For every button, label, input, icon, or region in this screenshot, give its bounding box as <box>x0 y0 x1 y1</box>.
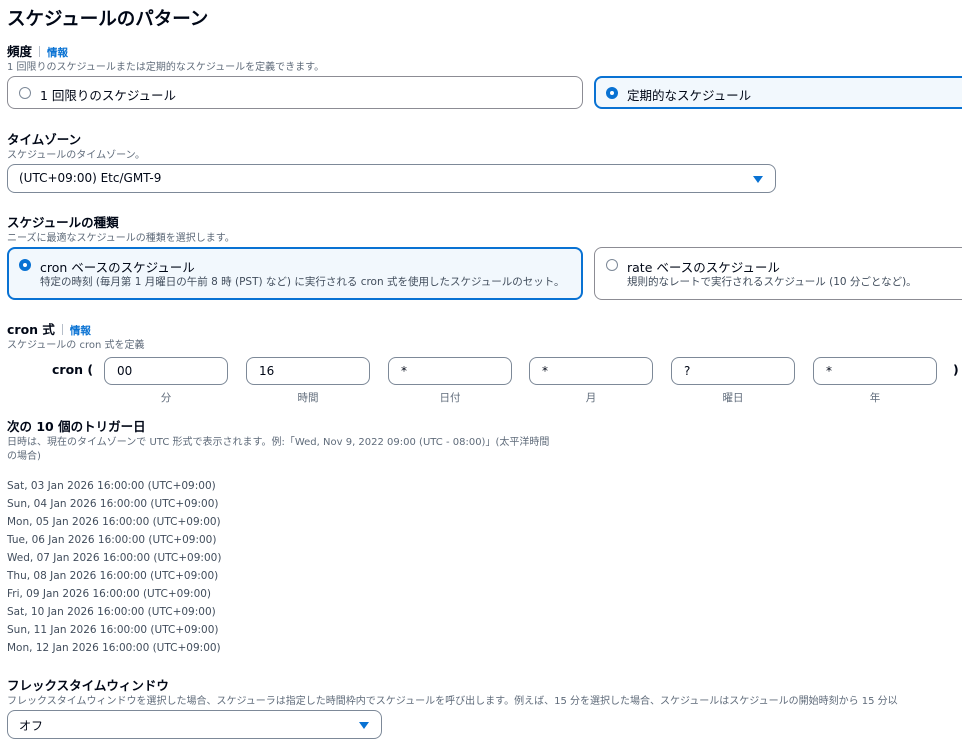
page-title: スケジュールのパターン <box>7 9 209 30</box>
divider <box>39 46 41 57</box>
cron-day-of-week-value: ? <box>684 364 691 378</box>
flex-window-value: オフ <box>19 719 44 733</box>
cron-day-of-month-caption: 日付 <box>439 392 461 404</box>
cron-prefix: cron ( <box>52 362 94 377</box>
trigger-date: Sun, 11 Jan 2026 16:00:00 (UTC+09:00) <box>7 624 219 636</box>
divider <box>61 324 63 335</box>
triggers-description-line2: の場合) <box>7 451 41 462</box>
option-recurring[interactable]: 定期的なスケジュール <box>594 76 962 109</box>
radio-rate-based[interactable] <box>606 259 618 271</box>
trigger-date: Thu, 08 Jan 2026 16:00:00 (UTC+09:00) <box>7 570 219 582</box>
trigger-date: Fri, 09 Jan 2026 16:00:00 (UTC+09:00) <box>7 588 212 600</box>
cron-month-input[interactable]: * <box>529 357 653 385</box>
timezone-value: (UTC+09:00) Etc/GMT-9 <box>19 171 162 185</box>
cron-month-value: * <box>542 364 548 378</box>
cron-label: cron 式 <box>7 322 55 337</box>
cron-suffix: ) <box>953 362 959 377</box>
cron-year-value: * <box>826 364 832 378</box>
trigger-date: Mon, 12 Jan 2026 16:00:00 (UTC+09:00) <box>7 642 221 654</box>
option-one-time[interactable]: 1 回限りのスケジュール <box>7 76 583 109</box>
trigger-date: Sat, 03 Jan 2026 16:00:00 (UTC+09:00) <box>7 480 216 492</box>
option-recurring-label: 定期的なスケジュール <box>627 88 752 103</box>
cron-month-caption: 月 <box>585 392 597 404</box>
option-one-time-label: 1 回限りのスケジュール <box>40 88 177 103</box>
cron-minutes-caption: 分 <box>160 392 172 404</box>
trigger-date: Wed, 07 Jan 2026 16:00:00 (UTC+09:00) <box>7 552 222 564</box>
option-rate-subtitle: 規則的なレートで実行されるスケジュール (10 分ごとなど)。 <box>627 276 917 288</box>
cron-day-of-week-caption: 曜日 <box>722 392 744 404</box>
cron-description: スケジュールの cron 式を定義 <box>7 340 145 351</box>
cron-minutes-input[interactable]: 00 <box>104 357 228 385</box>
flex-window-select[interactable]: オフ <box>7 710 382 739</box>
radio-cron-based[interactable] <box>19 259 31 271</box>
option-cron-based[interactable]: cron ベースのスケジュール 特定の時刻 (毎月第 1 月曜日の午前 8 時 … <box>7 247 583 300</box>
caret-down-icon <box>753 176 763 183</box>
timezone-description: スケジュールのタイムゾーン。 <box>7 150 145 161</box>
caret-down-icon <box>359 722 369 729</box>
cron-day-of-week-input[interactable]: ? <box>671 357 795 385</box>
schedule-type-description: ニーズに最適なスケジュールの種類を選択します。 <box>7 233 235 244</box>
cron-hours-input[interactable]: 16 <box>246 357 370 385</box>
option-cron-subtitle: 特定の時刻 (毎月第 1 月曜日の午前 8 時 (PST) など) に実行される… <box>40 276 565 288</box>
trigger-date: Mon, 05 Jan 2026 16:00:00 (UTC+09:00) <box>7 516 221 528</box>
cron-year-caption: 年 <box>869 392 881 404</box>
radio-recurring[interactable] <box>606 87 618 99</box>
trigger-date: Sat, 10 Jan 2026 16:00:00 (UTC+09:00) <box>7 606 216 618</box>
cron-minutes-value: 00 <box>117 364 133 378</box>
cron-day-of-month-value: * <box>401 364 407 378</box>
flex-window-description: フレックスタイムウィンドウを選択した場合、スケジューラは指定した時間枠内でスケジ… <box>7 696 898 707</box>
trigger-date: Sun, 04 Jan 2026 16:00:00 (UTC+09:00) <box>7 498 219 510</box>
cron-year-input[interactable]: * <box>813 357 937 385</box>
cron-hours-caption: 時間 <box>297 392 319 404</box>
frequency-label: 頻度 <box>7 44 33 59</box>
radio-one-time[interactable] <box>19 87 31 99</box>
frequency-description: 1 回限りのスケジュールまたは定期的なスケジュールを定義できます。 <box>7 62 325 73</box>
timezone-select[interactable]: (UTC+09:00) Etc/GMT-9 <box>7 164 776 193</box>
option-rate-based[interactable]: rate ベースのスケジュール 規則的なレートで実行されるスケジュール (10 … <box>594 247 962 300</box>
cron-hours-value: 16 <box>259 364 275 378</box>
triggers-description-line1: 日時は、現在のタイムゾーンで UTC 形式で表示されます。例:「Wed, Nov… <box>7 437 550 448</box>
trigger-date: Tue, 06 Jan 2026 16:00:00 (UTC+09:00) <box>7 534 217 546</box>
cron-day-of-month-input[interactable]: * <box>388 357 512 385</box>
